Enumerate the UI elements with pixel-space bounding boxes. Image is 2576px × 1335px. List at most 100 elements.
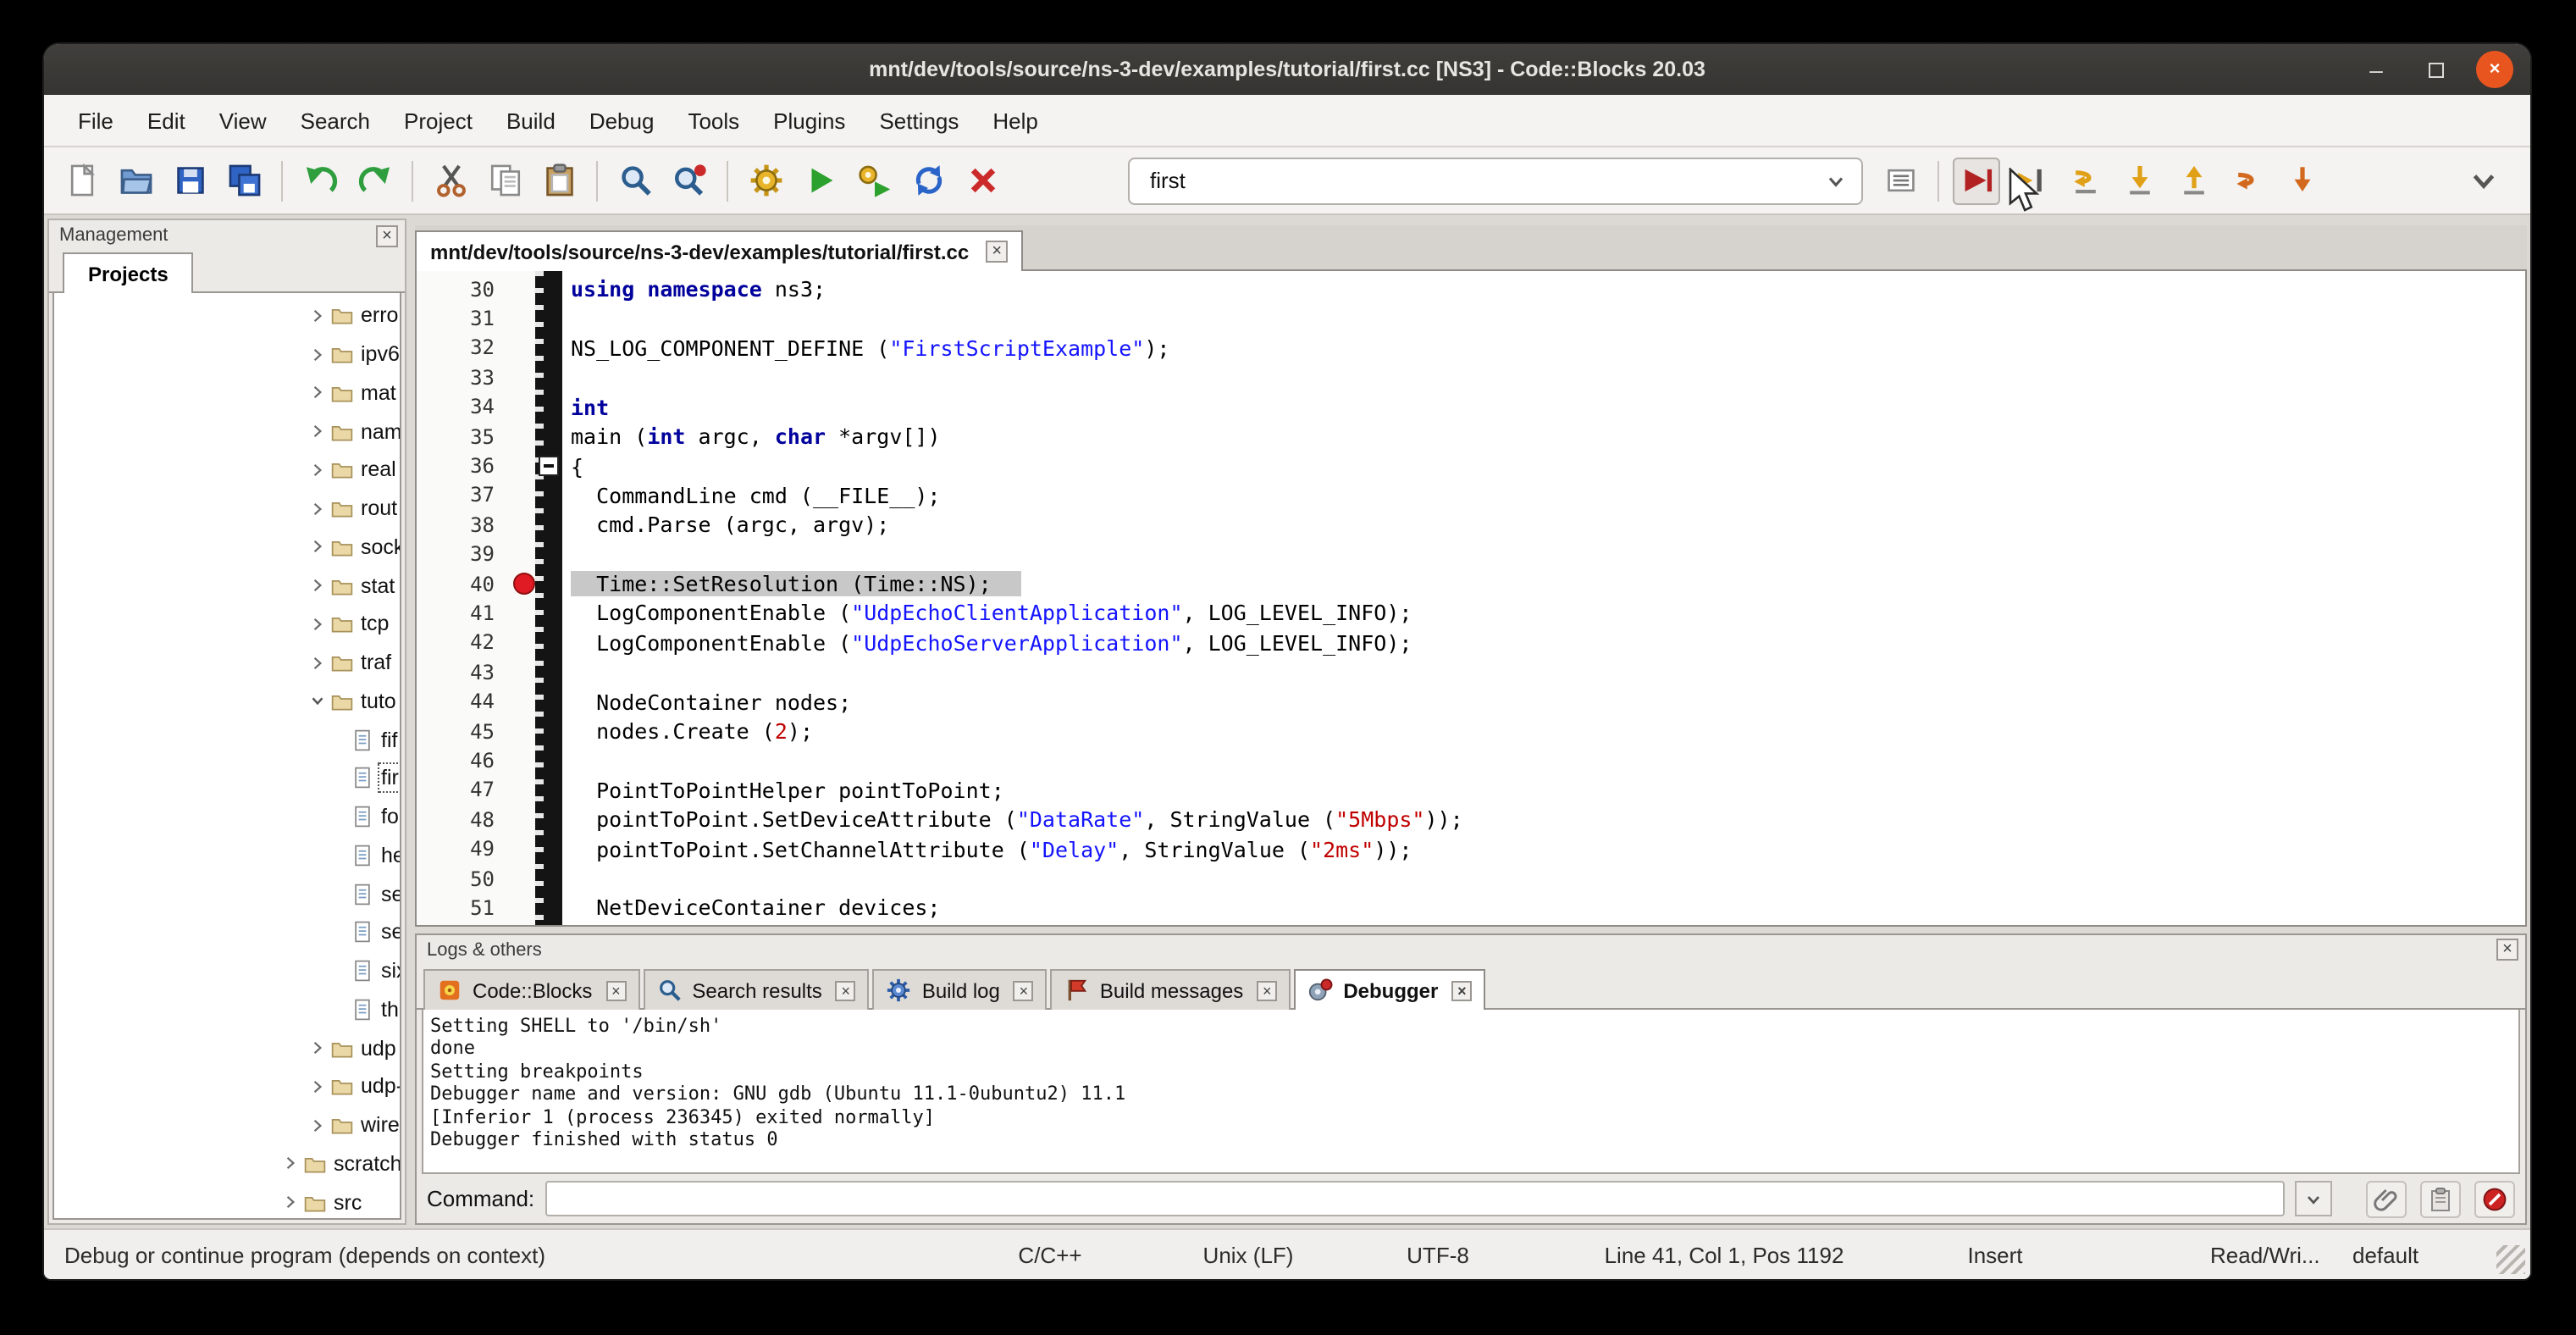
maximize-button[interactable] [2417,51,2454,88]
code-line-43[interactable]: 43 [417,657,2525,687]
abort-button[interactable] [959,157,1006,204]
menu-build[interactable]: Build [489,95,572,146]
line-number[interactable]: 30 [417,277,515,301]
chevron-right-icon[interactable] [305,612,329,636]
code-text[interactable]: using namespace ns3; [571,276,826,302]
log-tab-debugger[interactable]: Debugger× [1294,969,1485,1010]
breakpoint-marker[interactable] [513,573,535,595]
paperclip-button[interactable] [2366,1180,2407,1217]
line-number[interactable]: 42 [417,631,515,655]
paste-button[interactable] [535,157,583,204]
code-text[interactable]: LogComponentEnable ("UdpEchoClientApplic… [571,601,1412,626]
close-tab-button[interactable]: × [1451,980,1472,1000]
tab-projects[interactable]: Projects [63,252,194,293]
line-number[interactable]: 46 [417,749,515,773]
tree-item-sock[interactable]: sock [54,528,400,567]
line-number[interactable]: 40 [417,572,515,595]
build-button[interactable] [742,157,789,204]
tree-item-six[interactable]: six [54,952,400,991]
tree-item-se[interactable]: se [54,913,400,952]
line-number[interactable]: 44 [417,690,515,713]
code-text[interactable]: devices = pointToPoint.Install (nodes); [571,925,1093,927]
tree-item-real[interactable]: real [54,451,400,490]
cut-button[interactable] [427,157,474,204]
menu-file[interactable]: File [61,95,130,146]
code-line-34[interactable]: 34 int [417,392,2525,422]
code-line-41[interactable]: 41 LogComponentEnable ("UdpEchoClientApp… [417,599,2525,629]
line-number[interactable]: 47 [417,778,515,802]
line-number[interactable]: 35 [417,424,515,448]
tree-item-wire[interactable]: wire [54,1106,400,1145]
chevron-right-icon[interactable] [305,573,329,597]
code-line-38[interactable]: 38 cmd.Parse (argc, argv); [417,510,2525,540]
code-text[interactable]: CommandLine cmd (__FILE__); [571,483,941,508]
line-number[interactable]: 32 [417,336,515,360]
menu-project[interactable]: Project [387,95,489,146]
fold-marker[interactable] [539,456,559,476]
code-text[interactable]: Time::SetResolution (Time::NS); [571,571,1022,596]
log-tab-build-messages[interactable]: Build messages× [1051,969,1291,1010]
close-window-button[interactable]: × [2476,51,2513,88]
code-line-45[interactable]: 45 nodes.Create (2); [417,717,2525,746]
code-line-52[interactable]: 52 devices = pointToPoint.Install (nodes… [417,922,2525,927]
close-tab-button[interactable]: × [605,980,626,1000]
rebuild-button[interactable] [904,157,952,204]
step-out-button[interactable] [2170,157,2217,204]
code-text[interactable]: NodeContainer nodes; [571,689,851,714]
line-number[interactable]: 33 [417,366,515,390]
menu-view[interactable]: View [202,95,284,146]
code-text[interactable]: LogComponentEnable ("UdpEchoServerApplic… [571,630,1412,656]
close-editor-tab-button[interactable]: × [986,241,1008,263]
command-history-dropdown[interactable] [2295,1181,2332,1216]
redo-button[interactable] [351,157,398,204]
code-line-30[interactable]: 30 using namespace ns3; [417,274,2525,304]
code-line-40[interactable]: 40 Time::SetResolution (Time::NS); [417,569,2525,599]
tree-item-traf[interactable]: traf [54,644,400,683]
chevron-right-icon[interactable] [305,304,329,328]
chevron-down-button[interactable] [2459,157,2507,204]
code-text[interactable]: nodes.Create (2); [571,718,813,744]
chevron-right-icon[interactable] [305,342,329,366]
save-button[interactable] [166,157,213,204]
code-text[interactable]: pointToPoint.SetDeviceAttribute ("DataRa… [571,806,1463,832]
find-button[interactable] [611,157,659,204]
build-and-run-button[interactable] [850,157,898,204]
new-file-button[interactable] [58,157,105,204]
open-file-button[interactable] [112,157,159,204]
close-tab-button[interactable]: × [836,980,856,1000]
code-line-46[interactable]: 46 [417,746,2525,776]
code-line-33[interactable]: 33 [417,363,2525,392]
tree-item-nam[interactable]: nam [54,413,400,451]
code-line-49[interactable]: 49 pointToPoint.SetChannelAttribute ("De… [417,834,2525,864]
log-tab-code-blocks[interactable]: Code::Blocks× [423,969,639,1010]
code-line-47[interactable]: 47 PointToPointHelper pointToPoint; [417,775,2525,805]
line-number[interactable]: 38 [417,513,515,537]
code-line-36[interactable]: 36{ [417,451,2525,481]
line-number[interactable]: 31 [417,307,515,330]
code-text[interactable]: int [571,395,609,420]
code-line-35[interactable]: 35main (int argc, char *argv[]) [417,422,2525,451]
tree-item-src[interactable]: src [54,1183,400,1221]
chevron-right-icon[interactable] [305,496,329,520]
stop-record-button[interactable] [2474,1180,2515,1217]
line-number[interactable]: 34 [417,396,515,419]
code-text[interactable]: { [571,453,583,479]
tree-item-rout[interactable]: rout [54,490,400,529]
code-text[interactable]: NetDeviceContainer devices; [571,895,941,921]
code-line-42[interactable]: 42 LogComponentEnable ("UdpEchoServerApp… [417,628,2525,657]
menu-edit[interactable]: Edit [130,95,202,146]
tree-item-fir[interactable]: fir [54,759,400,798]
close-tab-button[interactable]: × [1014,980,1034,1000]
menu-tools[interactable]: Tools [671,95,756,146]
code-editor[interactable]: 30 using namespace ns3; 31 32NS_LOG_COMPONE… [415,271,2527,927]
code-line-48[interactable]: 48 pointToPoint.SetDeviceAttribute ("Dat… [417,805,2525,834]
code-line-37[interactable]: 37 CommandLine cmd (__FILE__); [417,480,2525,510]
line-number[interactable]: 45 [417,719,515,743]
save-all-button[interactable] [220,157,268,204]
log-tab-build-log[interactable]: Build log× [873,969,1048,1010]
step-into-instruction-button[interactable] [2278,157,2325,204]
line-number[interactable]: 39 [417,542,515,566]
code-line-32[interactable]: 32NS_LOG_COMPONENT_DEFINE ("FirstScriptE… [417,334,2525,363]
copy-button[interactable] [481,157,528,204]
menu-settings[interactable]: Settings [862,95,976,146]
